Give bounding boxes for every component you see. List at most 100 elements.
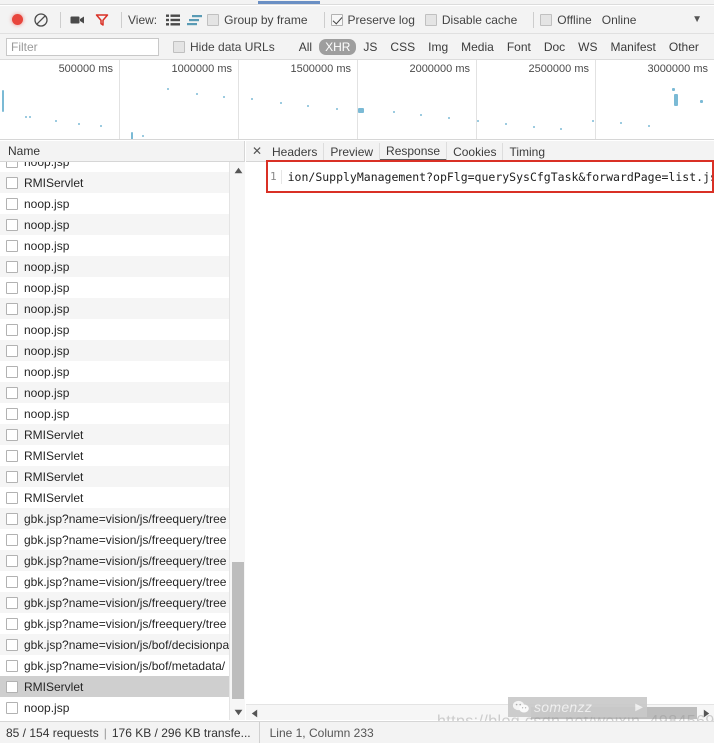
row-checkbox[interactable] [6, 638, 18, 651]
type-filter-css[interactable]: CSS [384, 39, 421, 55]
row-checkbox[interactable] [6, 197, 18, 210]
table-row[interactable]: RMIServlet [0, 676, 231, 697]
table-row[interactable]: noop.jsp [0, 298, 231, 319]
group-by-frame-checkbox[interactable]: Group by frame [207, 13, 308, 27]
clear-button[interactable] [30, 9, 52, 31]
request-name: noop.jsp [24, 301, 70, 316]
table-row[interactable]: RMIServlet [0, 424, 231, 445]
row-checkbox[interactable] [6, 470, 18, 483]
type-filter-img[interactable]: Img [422, 39, 454, 55]
type-filter-other[interactable]: Other [663, 39, 705, 55]
type-filter-font[interactable]: Font [501, 39, 537, 55]
row-checkbox[interactable] [6, 701, 18, 714]
table-row[interactable]: noop.jsp [0, 403, 231, 424]
row-checkbox[interactable] [6, 680, 18, 693]
chevron-down-icon[interactable]: ▼ [692, 14, 702, 25]
row-checkbox[interactable] [6, 575, 18, 588]
request-name: noop.jsp [24, 238, 70, 253]
type-filter-media[interactable]: Media [455, 39, 500, 55]
type-filter-js[interactable]: JS [357, 39, 383, 55]
row-checkbox[interactable] [6, 491, 18, 504]
table-row[interactable]: noop.jsp [0, 697, 231, 718]
row-checkbox[interactable] [6, 218, 18, 231]
preserve-log-checkbox[interactable]: Preserve log [330, 13, 415, 27]
waterfall-view-button[interactable] [185, 10, 205, 30]
tab-cookies[interactable]: Cookies [447, 142, 504, 160]
row-checkbox[interactable] [6, 260, 18, 273]
row-checkbox[interactable] [6, 239, 18, 252]
type-filter-ws[interactable]: WS [572, 39, 603, 55]
table-row[interactable]: noop.jsp [0, 214, 231, 235]
table-row[interactable]: RMIServlet [0, 487, 231, 508]
table-row[interactable]: noop.jsp [0, 382, 231, 403]
requests-list[interactable]: noop.jsp RMIServlet noop.jsp noop.jsp noop.j… [0, 162, 245, 720]
row-checkbox[interactable] [6, 596, 18, 609]
table-row[interactable]: RMIServlet [0, 445, 231, 466]
table-row[interactable]: gbk.jsp?name=vision/js/bof/metadata/ [0, 655, 231, 676]
tab-headers[interactable]: Headers [266, 142, 325, 160]
table-row[interactable]: RMIServlet [0, 172, 231, 193]
row-checkbox[interactable] [6, 428, 18, 441]
filter-input[interactable] [6, 37, 159, 56]
table-row[interactable]: RMIServlet [0, 466, 231, 487]
record-button[interactable] [6, 9, 28, 31]
table-row[interactable]: noop.jsp [0, 193, 231, 214]
network-overview-timeline[interactable]: 500000 ms 1000000 ms 1500000 ms 2000000 ms 2… [0, 60, 714, 140]
row-checkbox[interactable] [6, 407, 18, 420]
table-row[interactable]: noop.jsp [0, 235, 231, 256]
timeline-request-marker [25, 116, 27, 118]
table-row[interactable]: noop.jsp [0, 162, 231, 172]
table-row[interactable]: gbk.jsp?name=vision/js/freequery/tree [0, 571, 231, 592]
timeline-request-marker [592, 120, 594, 122]
row-checkbox[interactable] [6, 162, 18, 168]
table-row[interactable]: noop.jsp [0, 319, 231, 340]
row-checkbox[interactable] [6, 386, 18, 399]
wechat-badge: somenzz ▶ [508, 697, 647, 717]
table-row[interactable]: gbk.jsp?name=vision/js/freequery/tree [0, 592, 231, 613]
row-checkbox[interactable] [6, 323, 18, 336]
row-checkbox[interactable] [6, 302, 18, 315]
row-checkbox[interactable] [6, 449, 18, 462]
table-row[interactable]: gbk.jsp?name=vision/js/freequery/tree [0, 529, 231, 550]
row-checkbox[interactable] [6, 344, 18, 357]
scroll-up-arrow-icon[interactable] [230, 162, 246, 178]
capture-screenshots-button[interactable] [67, 9, 89, 31]
filter-toggle-button[interactable] [91, 9, 113, 31]
type-filter-all[interactable]: All [293, 39, 318, 55]
close-icon[interactable]: ✕ [248, 144, 266, 158]
row-checkbox[interactable] [6, 176, 18, 189]
table-row[interactable]: noop.jsp [0, 277, 231, 298]
type-filter-xhr[interactable]: XHR [319, 38, 357, 55]
type-filter-manifest[interactable]: Manifest [605, 39, 662, 55]
tab-timing[interactable]: Timing [503, 143, 551, 160]
type-filter-doc[interactable]: Doc [538, 39, 571, 55]
waterfall-view-icon [187, 14, 203, 25]
row-checkbox[interactable] [6, 281, 18, 294]
table-row[interactable]: gbk.jsp?name=vision/js/freequery/tree [0, 613, 231, 634]
chevron-left-icon[interactable] [246, 705, 262, 721]
disable-cache-checkbox[interactable]: Disable cache [424, 13, 517, 27]
row-checkbox[interactable] [6, 533, 18, 546]
throttling-select[interactable]: Online [602, 13, 637, 27]
hide-data-urls-checkbox[interactable]: Hide data URLs [173, 40, 275, 54]
table-row[interactable]: noop.jsp [0, 361, 231, 382]
tab-preview[interactable]: Preview [324, 142, 381, 160]
list-view-button[interactable] [163, 10, 183, 30]
requests-list-scrollbar[interactable] [229, 162, 245, 720]
row-checkbox[interactable] [6, 554, 18, 567]
chevron-right-icon[interactable] [698, 705, 714, 721]
row-checkbox[interactable] [6, 617, 18, 630]
row-checkbox[interactable] [6, 512, 18, 525]
toolbar-divider-3 [323, 11, 325, 28]
table-row[interactable]: noop.jsp [0, 340, 231, 361]
table-row[interactable]: noop.jsp [0, 256, 231, 277]
row-checkbox[interactable] [6, 365, 18, 378]
table-row[interactable]: gbk.jsp?name=vision/js/freequery/tree [0, 550, 231, 571]
scroll-down-arrow-icon[interactable] [230, 704, 246, 720]
tab-response[interactable]: Response [380, 141, 448, 161]
scrollbar-thumb[interactable] [232, 562, 244, 699]
row-checkbox[interactable] [6, 659, 18, 672]
table-row[interactable]: gbk.jsp?name=vision/js/freequery/tree [0, 508, 231, 529]
table-row[interactable]: gbk.jsp?name=vision/js/bof/decisionpa [0, 634, 231, 655]
offline-checkbox[interactable]: Offline [540, 13, 592, 27]
